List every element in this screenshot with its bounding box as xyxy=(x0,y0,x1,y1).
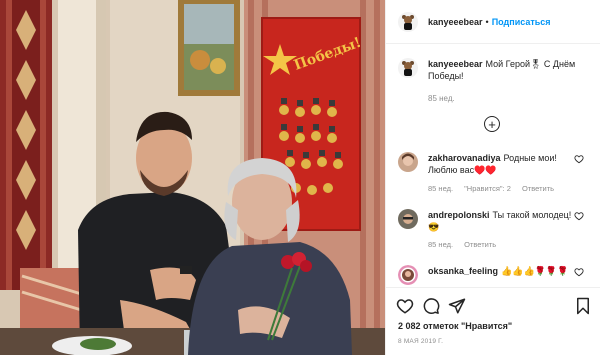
heart-icon[interactable] xyxy=(396,297,414,315)
carpet xyxy=(0,0,52,290)
comment-likes[interactable]: "Нравится": 2 xyxy=(464,184,511,193)
avatar-photo xyxy=(398,209,418,229)
comment-text: 👍👍👍🌹🌹🌹 xyxy=(501,266,569,276)
comment-avatar[interactable] xyxy=(398,265,418,285)
bookmark-icon[interactable] xyxy=(574,297,592,315)
post-side-panel: kanyeeebear • Подписаться kanyeeebear Мой… xyxy=(385,0,600,355)
comment-text-block: andrepolonski Ты такой молодец!😎 xyxy=(428,209,578,233)
caption-time[interactable]: 85 нед. xyxy=(428,94,455,103)
caption-text-block: kanyeeebear Мой Герой🎖 С Днём Победы! xyxy=(428,58,593,82)
comment-meta: 85 нед. "Нравится": 2 Ответить xyxy=(428,184,563,193)
bear-avatar-icon xyxy=(402,61,414,76)
caption-avatar[interactable] xyxy=(398,58,418,78)
post-caption: kanyeeebear Мой Герой🎖 С Днём Победы! 85 … xyxy=(398,58,593,103)
plus-circle-icon: + xyxy=(488,116,496,132)
comment-time[interactable]: 85 нед. xyxy=(428,184,453,193)
caption-username[interactable]: kanyeeebear xyxy=(428,59,483,69)
avatar-photo xyxy=(398,265,418,285)
post-date[interactable]: 8 МАЯ 2019 Г. xyxy=(398,338,443,345)
comment-meta: 85 нед. Ответить xyxy=(428,240,505,249)
heart-icon[interactable] xyxy=(574,267,584,277)
comment-text-block: oksanka_feeling 👍👍👍🌹🌹🌹 xyxy=(428,265,578,277)
comment-avatar[interactable] xyxy=(398,152,418,172)
avatar-photo xyxy=(398,152,418,172)
post-photo[interactable]: Победы! xyxy=(0,0,385,355)
follow-button[interactable]: Подписаться xyxy=(492,17,551,27)
separator-dot: • xyxy=(485,16,489,27)
comment-time[interactable]: 85 нед. xyxy=(428,240,453,249)
post-actions: 2 082 отметок "Нравится" 8 МАЯ 2019 Г. xyxy=(386,287,600,355)
comment-username[interactable]: zakharovanadiya xyxy=(428,153,501,163)
comment-text-block: zakharovanadiya Родные мои! Люблю вас♥️♥️ xyxy=(428,152,578,176)
post-header: kanyeeebear • Подписаться xyxy=(386,0,600,44)
likes-count[interactable]: 2 082 отметок "Нравится" xyxy=(398,321,512,331)
comment-username[interactable]: oksanka_feeling xyxy=(428,266,498,276)
comment-avatar[interactable] xyxy=(398,209,418,229)
painting xyxy=(178,0,240,96)
heart-icon[interactable] xyxy=(574,154,584,164)
reply-button[interactable]: Ответить xyxy=(464,240,496,249)
bear-avatar-icon xyxy=(402,14,414,30)
reply-button[interactable]: Ответить xyxy=(522,184,554,193)
paper-plane-icon[interactable] xyxy=(448,297,466,315)
comment-icon[interactable] xyxy=(422,297,440,315)
avatar[interactable] xyxy=(398,11,418,32)
comment-username[interactable]: andrepolonski xyxy=(428,210,490,220)
heart-icon[interactable] xyxy=(574,211,584,221)
load-more-comments-button[interactable]: + xyxy=(484,116,500,132)
post-username[interactable]: kanyeeebear xyxy=(428,17,483,27)
post-photo-image: Победы! xyxy=(0,0,385,355)
